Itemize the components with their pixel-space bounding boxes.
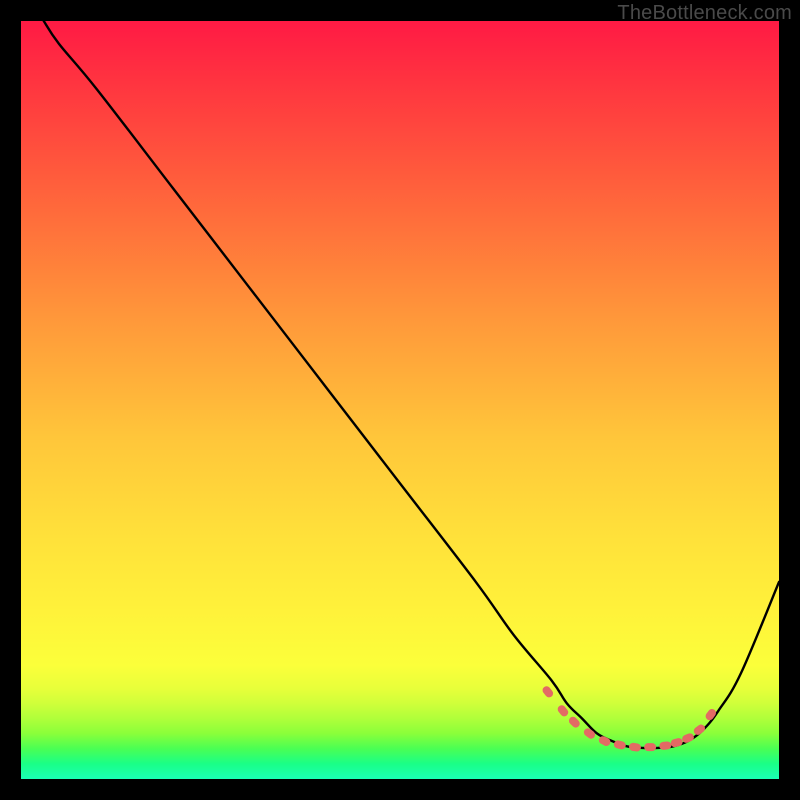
watermark-text: TheBottleneck.com bbox=[617, 2, 792, 25]
plot-area bbox=[21, 21, 779, 779]
